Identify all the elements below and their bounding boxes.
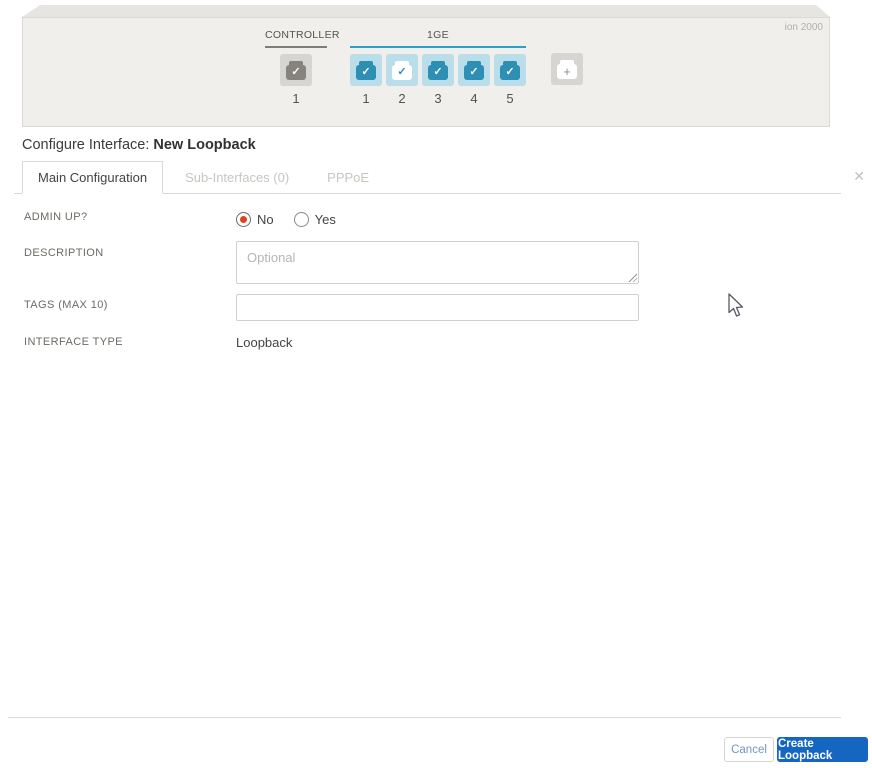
check-glyph: ✓ [469, 65, 479, 78]
1ge-port-group: 1GE ✓ ✓ ✓ ✓ ✓ 1 2 3 4 5 [350, 29, 526, 106]
tab-label: PPPoE [327, 169, 370, 185]
tab-label: Main Configuration [38, 170, 148, 185]
tags-input[interactable] [236, 294, 639, 321]
port-check-icon-selected: ✓ [392, 60, 412, 80]
radio-selected-icon[interactable] [236, 212, 251, 227]
1ge-port-2[interactable]: ✓ [386, 54, 418, 86]
check-glyph: ✓ [433, 65, 443, 78]
port-check-icon: ✓ [464, 60, 484, 80]
radio-label: Yes [314, 212, 336, 227]
1ge-port-5[interactable]: ✓ [494, 54, 526, 86]
port-check-icon: ✓ [500, 60, 520, 80]
add-interface-button[interactable]: + [551, 53, 583, 85]
1ge-port-1[interactable]: ✓ [350, 54, 382, 86]
tab-bar: Main Configuration Sub-Interfaces (0) PP… [14, 161, 841, 194]
cancel-button[interactable]: Cancel [724, 737, 774, 762]
close-icon[interactable]: ✕ [853, 169, 865, 183]
1ge-port-number: 2 [398, 91, 406, 106]
add-port-icon: + [557, 59, 577, 79]
radio-label: No [257, 212, 274, 227]
plus-glyph: + [563, 63, 571, 79]
1ge-port-number: 3 [434, 91, 442, 106]
page-title-name: New Loopback [153, 137, 256, 153]
create-loopback-button[interactable]: Create Loopback [777, 737, 868, 762]
radio-unselected-icon[interactable] [293, 212, 309, 227]
check-glyph: ✓ [361, 65, 371, 78]
description-textarea[interactable] [236, 241, 639, 284]
admin-up-option-yes[interactable]: Yes [293, 212, 336, 227]
mouse-cursor [728, 293, 744, 317]
page-title: Configure Interface: New Loopback [22, 137, 256, 153]
1ge-port-number: 4 [470, 91, 478, 106]
1ge-port-4[interactable]: ✓ [458, 54, 490, 86]
1ge-group-label: 1GE [350, 29, 526, 48]
footer-divider [8, 717, 841, 718]
1ge-port-number: 1 [362, 91, 370, 106]
configure-interface-page: ion 2000 CONTROLLER ✓ 1 1GE ✓ ✓ ✓ ✓ ✓ 1 … [0, 0, 872, 768]
tab-label: Sub-Interfaces (0) [185, 169, 290, 185]
1ge-port-number: 5 [506, 91, 514, 106]
tab-main-configuration[interactable]: Main Configuration [22, 161, 164, 194]
device-model-label: ion 2000 [784, 22, 823, 33]
device-chassis: ion 2000 CONTROLLER ✓ 1 1GE ✓ ✓ ✓ ✓ ✓ 1 … [22, 17, 830, 127]
controller-port-number: 1 [292, 91, 300, 106]
page-title-prefix: Configure Interface: [22, 137, 154, 153]
description-label: DESCRIPTION [24, 247, 104, 259]
controller-port-1[interactable]: ✓ [280, 54, 312, 86]
admin-up-label: ADMIN UP? [24, 211, 88, 223]
check-glyph: ✓ [397, 65, 407, 78]
port-check-icon: ✓ [356, 60, 376, 80]
tab-sub-interfaces[interactable]: Sub-Interfaces (0) [169, 161, 305, 193]
admin-up-option-no[interactable]: No [236, 212, 274, 227]
port-check-icon: ✓ [428, 60, 448, 80]
check-glyph: ✓ [505, 65, 515, 78]
check-glyph: ✓ [291, 65, 301, 78]
interface-type-value: Loopback [236, 335, 293, 350]
admin-up-radio-group: No Yes [236, 212, 336, 227]
tab-pppoe[interactable]: PPPoE [311, 161, 385, 193]
controller-port-group: CONTROLLER ✓ 1 [265, 29, 339, 106]
controller-group-label: CONTROLLER [265, 29, 339, 48]
interface-type-label: INTERFACE TYPE [24, 336, 123, 348]
port-check-icon: ✓ [286, 60, 306, 80]
tags-label: TAGS (MAX 10) [24, 299, 108, 311]
device-chassis-top [22, 5, 830, 17]
1ge-port-3[interactable]: ✓ [422, 54, 454, 86]
